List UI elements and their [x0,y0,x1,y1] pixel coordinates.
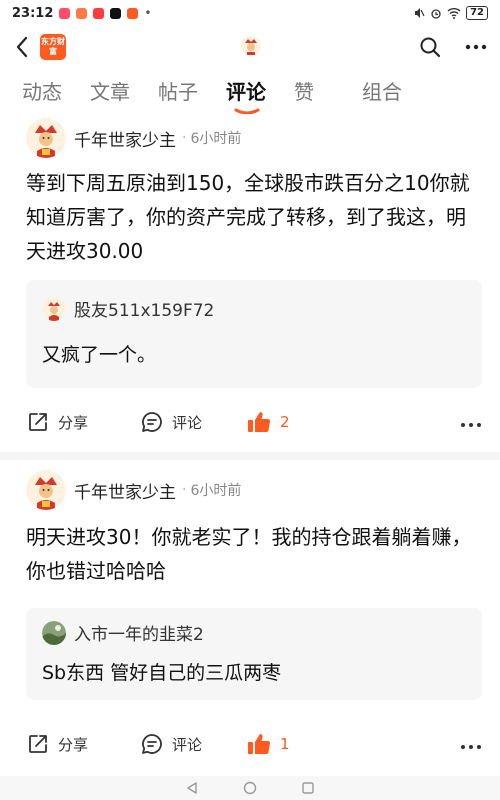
more-horizontal-icon [461,422,481,427]
comment-label: 评论 [172,735,203,754]
like-button[interactable]: 2 [246,409,290,435]
username[interactable]: 千年世家少主 [74,126,176,151]
app-logo[interactable]: 东方财富 [40,34,66,60]
reply-avatar [42,296,66,321]
tab-comments[interactable]: 评论 [226,72,294,114]
app-notification-icon [93,7,105,19]
active-tab-indicator [234,108,260,114]
comment-text[interactable]: 明天进攻30！你就老实了！我的持仓跟着躺着赚，你也错过哈哈哈 [26,520,478,588]
comment-actions: 分享 评论 2 [26,404,482,440]
tab-articles[interactable]: 文章 [90,72,158,112]
tab-posts[interactable]: 帖子 [158,72,226,112]
tab-dynamics[interactable]: 动态 [22,72,90,112]
nav-home-icon[interactable] [243,781,257,795]
comment-text[interactable]: 等到下周五原油到150，全球股市跌百分之10你就知道厉害了，你的资产完成了转移，… [26,166,478,268]
comment-button[interactable]: 评论 [140,732,202,756]
system-navigation-bar [0,776,500,800]
thumbs-up-icon [248,734,271,755]
username[interactable]: 千年世家少主 [74,478,176,503]
search-icon [420,37,441,58]
reply-avatar [42,620,66,645]
tab-portfolio[interactable]: 组合 [362,72,430,112]
app-notification-icon [59,7,71,19]
comment-button[interactable]: 评论 [140,410,202,434]
status-bar: 23:12 • 72 [0,0,500,26]
top-nav-bar: 东方财富 [0,26,500,68]
back-button[interactable] [10,32,34,62]
nav-recents-icon[interactable] [301,781,315,795]
like-count: 1 [280,735,290,753]
reply-username[interactable]: 股友511x159F72 [74,296,214,321]
user-avatar[interactable] [26,470,66,510]
like-button[interactable]: 1 [246,731,290,757]
battery-indicator: 72 [466,6,488,20]
app-notification-icon [76,7,88,19]
wifi-icon [447,8,461,19]
comment-icon [142,734,162,754]
like-count: 2 [280,413,290,431]
mute-icon [415,8,425,18]
profile-tabs: 动态 文章 帖子 评论 赞 组合 [0,72,500,116]
comment-actions: 分享 评论 1 [26,726,482,762]
tab-likes[interactable]: 赞 [294,72,362,112]
comment-card: 千年世家少主 · 6小时前 等到下周五原油到150，全球股市跌百分之10你就知道… [0,116,500,456]
reply-text: Sb东西 管好自己的三瓜两枣 [42,662,282,684]
more-options-button[interactable] [460,413,482,432]
comment-icon [142,412,162,432]
nav-back-icon[interactable] [185,781,199,795]
more-menu-button[interactable] [462,33,490,61]
status-time: 23:12 [12,5,54,21]
reply-text: 又疯了一个。 [42,344,157,366]
share-icon [29,735,47,753]
more-horizontal-icon [461,744,481,749]
comment-label: 评论 [172,413,203,432]
tab-comments-label: 评论 [226,80,266,104]
reply-header: 股友511x159F72 [42,296,214,321]
post-time: 6小时前 [190,483,242,499]
comment-header: 千年世家少主 · 6小时前 [26,470,241,510]
tiktok-icon [110,7,122,19]
app-notification-icon [127,7,139,19]
quoted-reply[interactable]: 股友511x159F72 又疯了一个。 [26,280,482,388]
search-button[interactable] [416,33,444,61]
more-notifications-icon: • [144,6,152,20]
share-button[interactable]: 分享 [26,732,88,756]
more-options-button[interactable] [460,735,482,754]
divider [0,452,500,460]
separator-dot: · [182,130,187,146]
alarm-icon [431,9,441,19]
share-label: 分享 [58,413,89,432]
reply-username[interactable]: 入市一年的韭菜2 [74,620,204,645]
comment-header: 千年世家少主 · 6小时前 [26,118,241,158]
share-label: 分享 [58,735,89,754]
user-avatar[interactable] [26,118,66,158]
chevron-left-icon [16,36,28,58]
share-icon [29,413,47,431]
separator-dot: · [182,482,187,498]
thumbs-up-icon [248,412,271,433]
quoted-reply[interactable]: 入市一年的韭菜2 Sb东西 管好自己的三瓜两枣 [26,608,482,700]
reply-header: 入市一年的韭菜2 [42,620,204,645]
comment-card: 千年世家少主 · 6小时前 明天进攻30！你就老实了！我的持仓跟着躺着赚，你也错… [0,470,500,776]
profile-avatar-icon[interactable] [240,35,262,57]
post-time: 6小时前 [190,131,242,147]
more-horizontal-icon [465,44,487,50]
share-button[interactable]: 分享 [26,410,88,434]
